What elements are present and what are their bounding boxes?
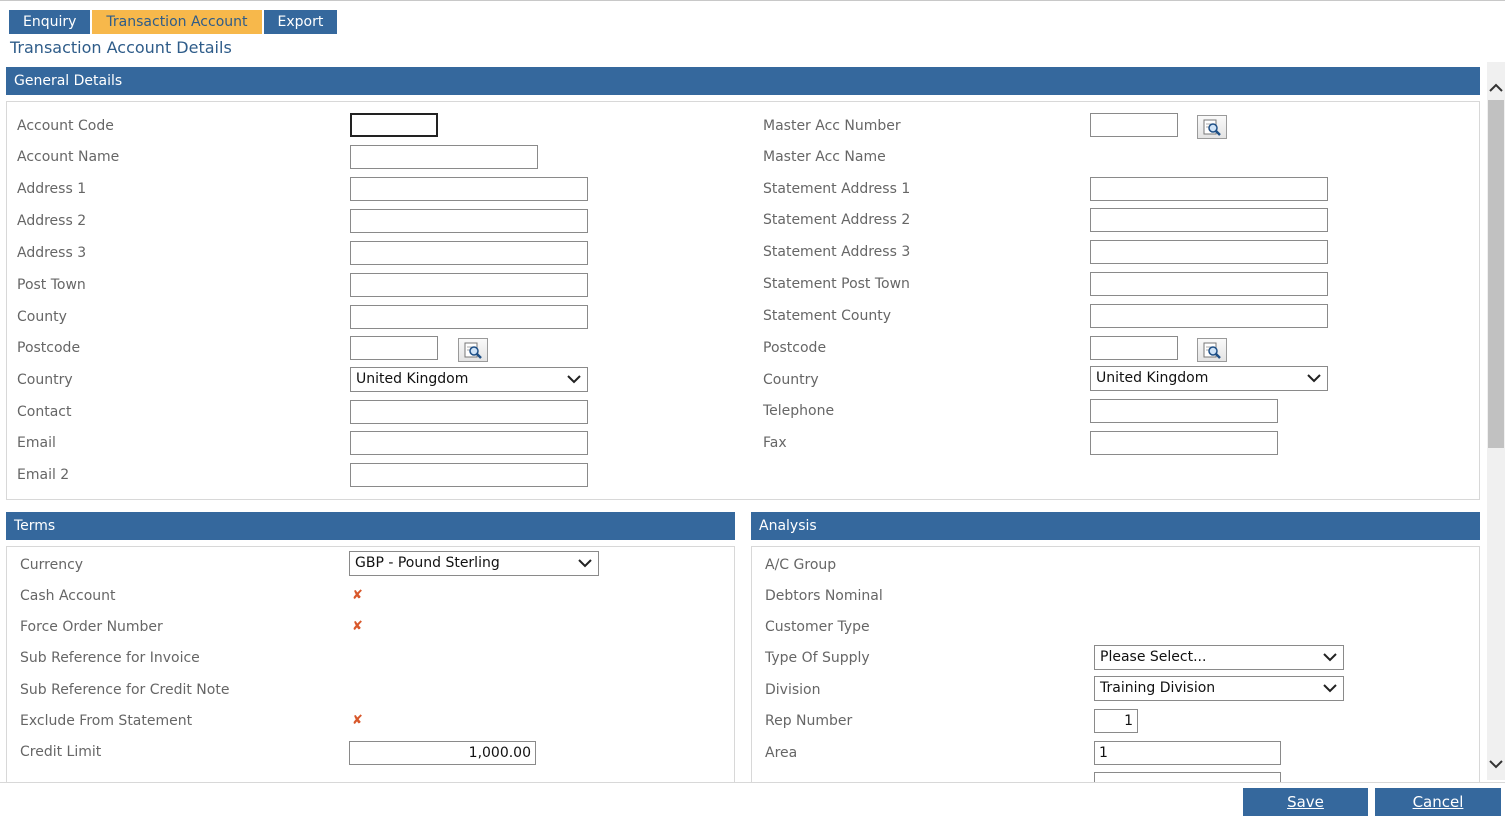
customer-type-label: Customer Type (765, 619, 870, 635)
master-acc-name-label: Master Acc Name (763, 149, 886, 165)
county-label: County (17, 309, 67, 325)
country-select-value: United Kingdom (356, 371, 469, 387)
email-input[interactable] (350, 431, 588, 455)
currency-select[interactable]: GBP - Pound Sterling (349, 551, 599, 576)
currency-select-value: GBP - Pound Sterling (355, 555, 500, 571)
scroll-down-icon[interactable] (1488, 756, 1504, 772)
statement-county-label: Statement County (763, 308, 891, 324)
address3-input[interactable] (350, 241, 588, 265)
rep-number-input[interactable] (1094, 709, 1138, 733)
page-title: Transaction Account Details (10, 38, 232, 57)
tab-bar: Enquiry Transaction Account Export (9, 10, 338, 34)
account-name-input[interactable] (350, 145, 538, 169)
type-of-supply-select-value: Please Select... (1100, 649, 1207, 665)
statement-address2-input[interactable] (1090, 208, 1328, 232)
master-acc-number-input[interactable] (1090, 113, 1178, 137)
ac-group-label: A/C Group (765, 557, 837, 573)
chevron-down-icon (1323, 684, 1337, 693)
postcode-label: Postcode (17, 340, 81, 356)
address2-input[interactable] (350, 209, 588, 233)
lookup-icon (1203, 119, 1221, 136)
account-code-label: Account Code (17, 118, 114, 134)
cash-account-label: Cash Account (20, 588, 116, 604)
post-town-label: Post Town (17, 277, 86, 293)
address2-label: Address 2 (17, 213, 87, 229)
address1-label: Address 1 (17, 181, 87, 197)
statement-country-select[interactable]: United Kingdom (1090, 366, 1328, 391)
area-label: Area (765, 745, 798, 761)
exclude-from-statement-label: Exclude From Statement (20, 713, 193, 729)
statement-country-select-value: United Kingdom (1096, 370, 1209, 386)
account-code-input[interactable] (350, 113, 438, 137)
scrollbar-thumb[interactable] (1488, 100, 1504, 448)
telephone-label: Telephone (763, 403, 835, 419)
force-order-number-label: Force Order Number (20, 619, 163, 635)
address1-input[interactable] (350, 177, 588, 201)
currency-label: Currency (20, 557, 84, 573)
chevron-down-icon (1307, 374, 1321, 383)
email2-label: Email 2 (17, 467, 70, 483)
chevron-down-icon (1323, 653, 1337, 662)
post-town-input[interactable] (350, 273, 588, 297)
statement-postcode-input[interactable] (1090, 336, 1178, 360)
sub-ref-credit-note-label: Sub Reference for Credit Note (20, 682, 230, 698)
fax-input[interactable] (1090, 431, 1278, 455)
chevron-down-icon (567, 375, 581, 384)
lookup-icon (1203, 342, 1221, 359)
statement-address3-input[interactable] (1090, 240, 1328, 264)
county-input[interactable] (350, 305, 588, 329)
cash-account-cross-icon[interactable]: ✘ (352, 588, 363, 603)
top-border (0, 0, 1505, 1)
address3-label: Address 3 (17, 245, 87, 261)
credit-limit-input[interactable] (349, 741, 536, 765)
contact-input[interactable] (350, 400, 588, 424)
credit-limit-label: Credit Limit (20, 744, 102, 760)
chevron-down-icon (578, 559, 592, 568)
exclude-from-statement-cross-icon[interactable]: ✘ (352, 713, 363, 728)
save-button[interactable]: Save (1243, 788, 1368, 816)
analysis-header: Analysis (751, 512, 1480, 540)
rep-number-label: Rep Number (765, 713, 853, 729)
statement-county-input[interactable] (1090, 304, 1328, 328)
master-acc-lookup-button[interactable] (1197, 115, 1227, 139)
lookup-icon (464, 342, 482, 359)
scroll-up-icon[interactable] (1488, 80, 1504, 96)
postcode-lookup-button[interactable] (458, 338, 488, 362)
tab-export[interactable]: Export (263, 10, 338, 34)
area-input[interactable] (1094, 741, 1281, 765)
type-of-supply-select[interactable]: Please Select... (1094, 645, 1344, 670)
division-select[interactable]: Training Division (1094, 676, 1344, 701)
tab-enquiry[interactable]: Enquiry (9, 10, 91, 34)
contact-label: Contact (17, 404, 72, 420)
statement-address3-label: Statement Address 3 (763, 244, 911, 260)
statement-postcode-label: Postcode (763, 340, 827, 356)
statement-country-label: Country (763, 372, 819, 388)
terms-header: Terms (6, 512, 735, 540)
type-of-supply-label: Type Of Supply (765, 650, 870, 666)
cancel-button[interactable]: Cancel (1375, 788, 1501, 816)
email2-input[interactable] (350, 463, 588, 487)
sub-ref-invoice-label: Sub Reference for Invoice (20, 650, 200, 666)
division-select-value: Training Division (1100, 680, 1216, 696)
country-select[interactable]: United Kingdom (350, 367, 588, 392)
division-label: Division (765, 682, 821, 698)
statement-post-town-label: Statement Post Town (763, 276, 910, 292)
postcode-input[interactable] (350, 336, 438, 360)
force-order-number-cross-icon[interactable]: ✘ (352, 619, 363, 634)
statement-address1-label: Statement Address 1 (763, 181, 911, 197)
country-label: Country (17, 372, 73, 388)
tab-transaction-account[interactable]: Transaction Account (92, 10, 262, 34)
statement-address1-input[interactable] (1090, 177, 1328, 201)
debtors-nominal-label: Debtors Nominal (765, 588, 883, 604)
account-name-label: Account Name (17, 149, 120, 165)
statement-address2-label: Statement Address 2 (763, 212, 911, 228)
statement-postcode-lookup-button[interactable] (1197, 338, 1227, 362)
fax-label: Fax (763, 435, 787, 451)
general-details-header: General Details (6, 67, 1480, 95)
email-label: Email (17, 435, 56, 451)
statement-post-town-input[interactable] (1090, 272, 1328, 296)
master-acc-number-label: Master Acc Number (763, 118, 901, 134)
telephone-input[interactable] (1090, 399, 1278, 423)
